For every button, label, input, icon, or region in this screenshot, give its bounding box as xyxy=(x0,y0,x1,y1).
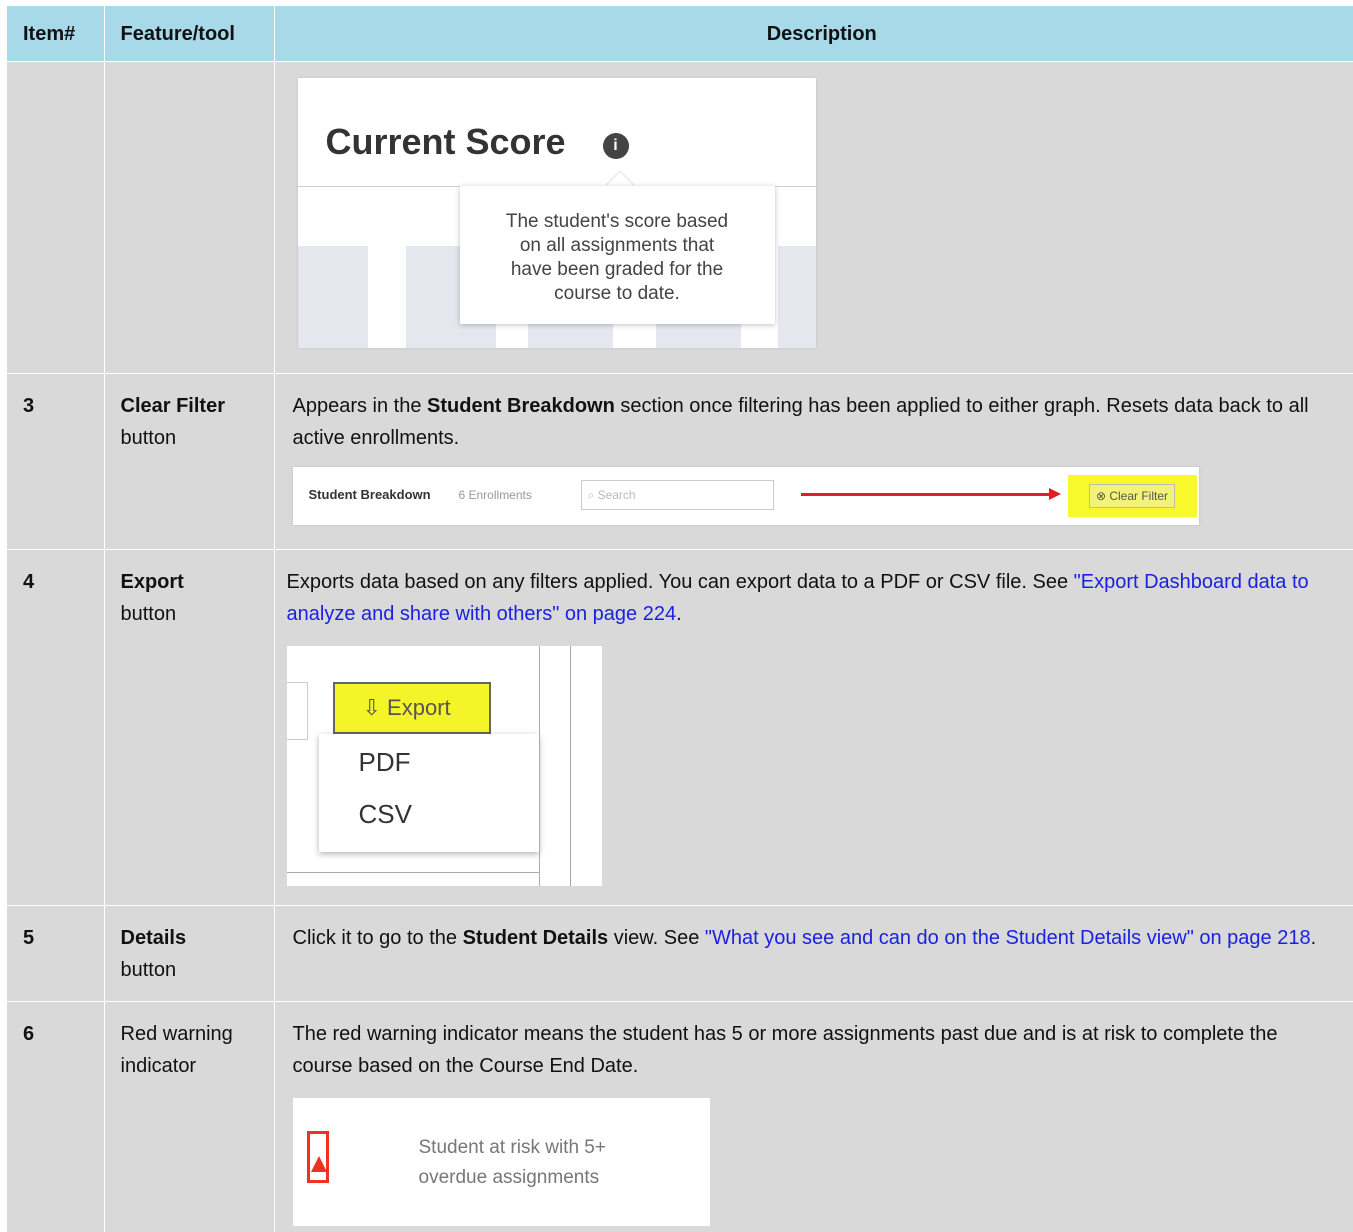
feature-name: Export button xyxy=(105,550,274,630)
red-arrow xyxy=(801,493,1051,496)
description-text: Click it to go to the Student Details vi… xyxy=(275,906,1353,954)
tooltip-line: The student's score based xyxy=(460,210,775,234)
export-dropdown-menu: PDF CSV xyxy=(319,734,539,852)
feature-cell xyxy=(104,62,274,374)
warning-icon xyxy=(307,1131,329,1183)
arrowhead-icon xyxy=(1049,488,1061,500)
feature-line: indicator xyxy=(121,1055,197,1077)
item-number: 6 xyxy=(7,1002,104,1050)
table-row: 3 Clear Filter button Appears in the Stu… xyxy=(7,374,1353,550)
item-cell: 3 xyxy=(7,374,104,550)
feature-rest: button xyxy=(121,959,177,981)
feature-bold: Details xyxy=(121,927,187,949)
chart-bar-background xyxy=(778,246,816,348)
table-row: 5 Details button Click it to go to the S… xyxy=(7,906,1353,1002)
info-icon: i xyxy=(603,133,629,159)
item-cell: 5 xyxy=(7,906,104,1002)
description-text: Appears in the Student Breakdown section… xyxy=(275,374,1353,454)
table-row: 6 Red warning indicator The red warning … xyxy=(7,1002,1353,1232)
description-cell: Click it to go to the Student Details vi… xyxy=(274,906,1353,1002)
feature-cell: Clear Filter button xyxy=(104,374,274,550)
feature-line: Red warning xyxy=(121,1023,233,1045)
tooltip-line: on all assignments that xyxy=(460,234,775,258)
tooltip-line: have been graded for the xyxy=(460,258,775,282)
adjacent-field xyxy=(287,682,308,740)
description-cell: Current Score i The student's score base… xyxy=(274,62,1353,374)
item-cell xyxy=(7,62,104,374)
menu-item-pdf: PDF xyxy=(359,746,411,778)
feature-name: Red warning indicator xyxy=(105,1002,274,1082)
header-item: Item# xyxy=(7,6,104,62)
feature-rest: button xyxy=(121,603,177,625)
item-number: 4 xyxy=(7,550,104,598)
enrollments-count: 6 Enrollments xyxy=(459,487,532,503)
header-feature: Feature/tool xyxy=(104,6,274,62)
tooltip-line: course to date. xyxy=(460,282,775,306)
header-description: Description xyxy=(274,6,1353,62)
student-breakdown-label: Student Breakdown xyxy=(309,487,431,503)
feature-bold: Export xyxy=(121,571,184,593)
feature-cell: Red warning indicator xyxy=(104,1002,274,1232)
table-header-row: Item# Feature/tool Description xyxy=(7,6,1353,62)
search-input: ⌕ Search xyxy=(581,480,774,510)
divider xyxy=(570,646,571,886)
item-number: 3 xyxy=(7,374,104,422)
current-score-title: Current Score xyxy=(326,122,566,162)
description-cell: The red warning indicator means the stud… xyxy=(274,1002,1353,1232)
feature-cell: Export button xyxy=(104,550,274,906)
warning-text: Student at risk with 5+ overdue assignme… xyxy=(419,1133,606,1193)
table-row: 4 Export button Exports data based on an… xyxy=(7,550,1353,906)
table-row: Current Score i The student's score base… xyxy=(7,62,1353,374)
export-button: ⇩ Export xyxy=(333,682,491,734)
feature-name: Details button xyxy=(105,906,274,986)
divider xyxy=(539,646,540,886)
item-cell: 6 xyxy=(7,1002,104,1232)
features-table: Item# Feature/tool Description Current S… xyxy=(7,6,1353,1232)
description-text: The red warning indicator means the stud… xyxy=(275,1002,1353,1082)
feature-bold: Clear Filter xyxy=(121,395,225,417)
chart-bar-background xyxy=(298,246,368,348)
description-text: Exports data based on any filters applie… xyxy=(275,550,1353,630)
export-menu-screenshot: ⇩ Export PDF CSV xyxy=(287,646,602,886)
feature-rest: button xyxy=(121,427,177,449)
item-cell: 4 xyxy=(7,550,104,906)
score-tooltip: The student's score based on all assignm… xyxy=(460,186,775,324)
student-details-link[interactable]: "What you see and can do on the Student … xyxy=(705,927,1311,949)
description-cell: Appears in the Student Breakdown section… xyxy=(274,374,1353,550)
item-number: 5 xyxy=(7,906,104,954)
student-breakdown-screenshot: Student Breakdown 6 Enrollments ⌕ Search… xyxy=(293,467,1199,525)
menu-item-csv: CSV xyxy=(359,798,412,830)
divider xyxy=(287,872,539,873)
current-score-screenshot: Current Score i The student's score base… xyxy=(298,78,816,348)
description-cell: Exports data based on any filters applie… xyxy=(274,550,1353,906)
feature-cell: Details button xyxy=(104,906,274,1002)
clear-filter-button: ⊗ Clear Filter xyxy=(1068,475,1197,517)
feature-name: Clear Filter button xyxy=(105,374,274,454)
risk-warning-screenshot: Student at risk with 5+ overdue assignme… xyxy=(293,1098,710,1226)
